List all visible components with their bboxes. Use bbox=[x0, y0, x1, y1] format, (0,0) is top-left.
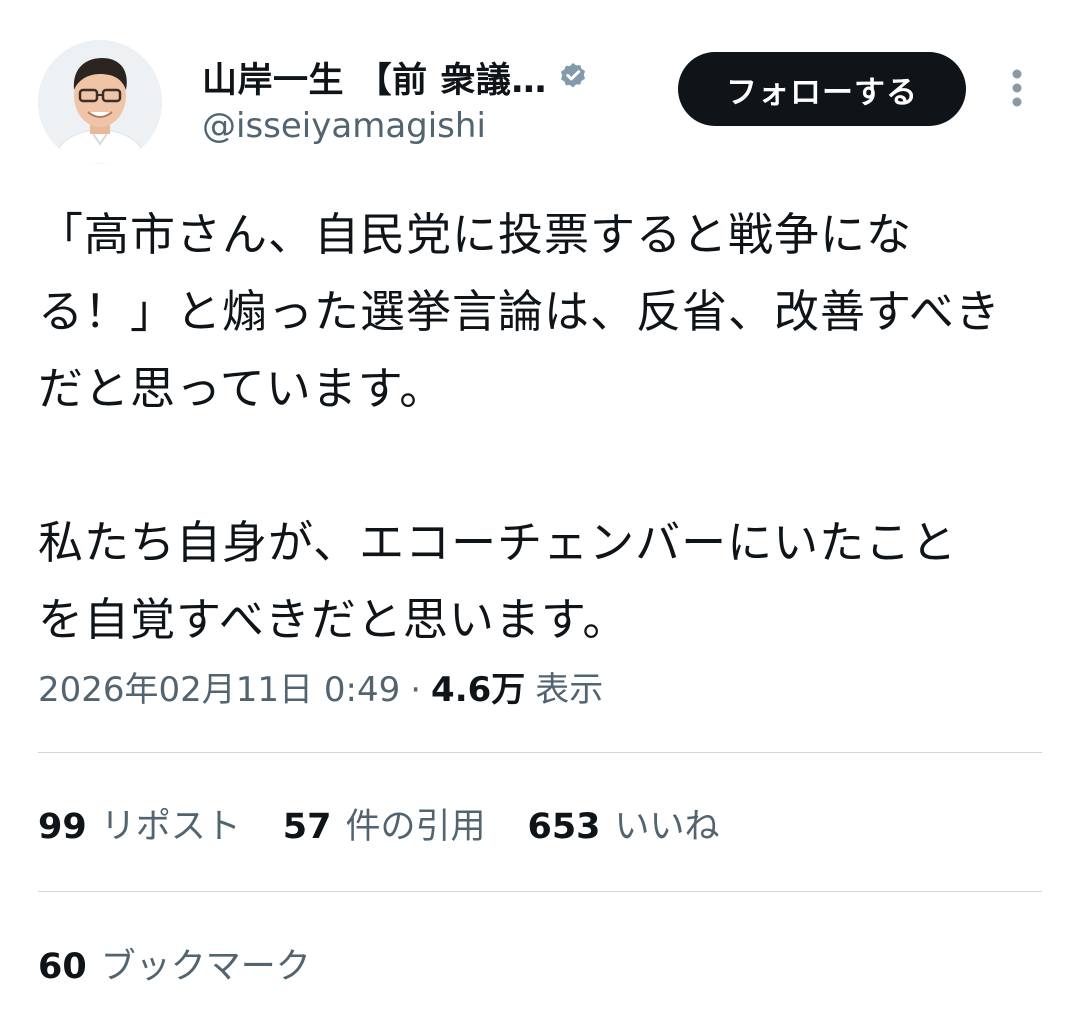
display-name[interactable]: 山岸一生 【前 衆議… bbox=[202, 52, 547, 103]
quotes-stat[interactable]: 57 件の引用 bbox=[283, 798, 486, 849]
reposts-count: 99 bbox=[38, 807, 87, 847]
likes-stat[interactable]: 653 いいね bbox=[527, 798, 719, 849]
divider bbox=[38, 752, 1042, 753]
quotes-label: 件の引用 bbox=[345, 807, 486, 847]
tweet-text: 「高市さん、自民党に投票すると戦争にな る！」と煽った選挙言論は、反省、改善すべ… bbox=[38, 196, 1048, 658]
views-label: 表示 bbox=[535, 670, 604, 710]
reposts-label: リポスト bbox=[100, 807, 241, 847]
engagement-stats: 99 リポスト 57 件の引用 653 いいね bbox=[38, 798, 762, 849]
tweet-line: だと思っています。 bbox=[38, 362, 446, 415]
user-handle[interactable]: @isseiyamagishi bbox=[202, 106, 662, 146]
quotes-count: 57 bbox=[282, 807, 332, 847]
more-options-icon[interactable] bbox=[1000, 66, 1034, 110]
likes-label: いいね bbox=[614, 807, 720, 847]
views-count: 4.6万 bbox=[431, 670, 526, 710]
tweet-line: る！」と煽った選挙言論は、反省、改善すべき bbox=[38, 285, 1001, 338]
timestamp[interactable]: 2026年02月11日 0:49 bbox=[38, 662, 400, 711]
divider bbox=[38, 891, 1042, 892]
tweet-header: 山岸一生 【前 衆議… @isseiyamagishi フォローする bbox=[0, 0, 1080, 180]
tweet-line: を自覚すべきだと思います。 bbox=[38, 593, 629, 646]
tweet-meta: 2026年02月11日 0:49 · 4.6万 表示 bbox=[38, 662, 603, 711]
avatar-image bbox=[38, 40, 162, 164]
bookmarks-stat[interactable]: 60 ブックマーク bbox=[38, 938, 311, 989]
meta-separator: · bbox=[410, 670, 422, 710]
follow-button[interactable]: フォローする bbox=[678, 52, 966, 126]
tweet-line: 私たち自身が、エコーチェンバーにいたこと bbox=[38, 516, 958, 569]
name-row: 山岸一生 【前 衆議… bbox=[202, 52, 662, 103]
likes-count: 653 bbox=[527, 807, 601, 847]
bookmarks-count: 60 bbox=[38, 947, 87, 987]
reposts-stat[interactable]: 99 リポスト bbox=[38, 798, 241, 849]
avatar[interactable] bbox=[38, 40, 162, 164]
verified-badge-icon[interactable] bbox=[557, 61, 589, 93]
tweet-line: 「高市さん、自民党に投票すると戦争にな bbox=[38, 208, 913, 261]
bookmarks-label: ブックマーク bbox=[100, 947, 311, 987]
author-block: 山岸一生 【前 衆議… @isseiyamagishi bbox=[202, 54, 662, 146]
